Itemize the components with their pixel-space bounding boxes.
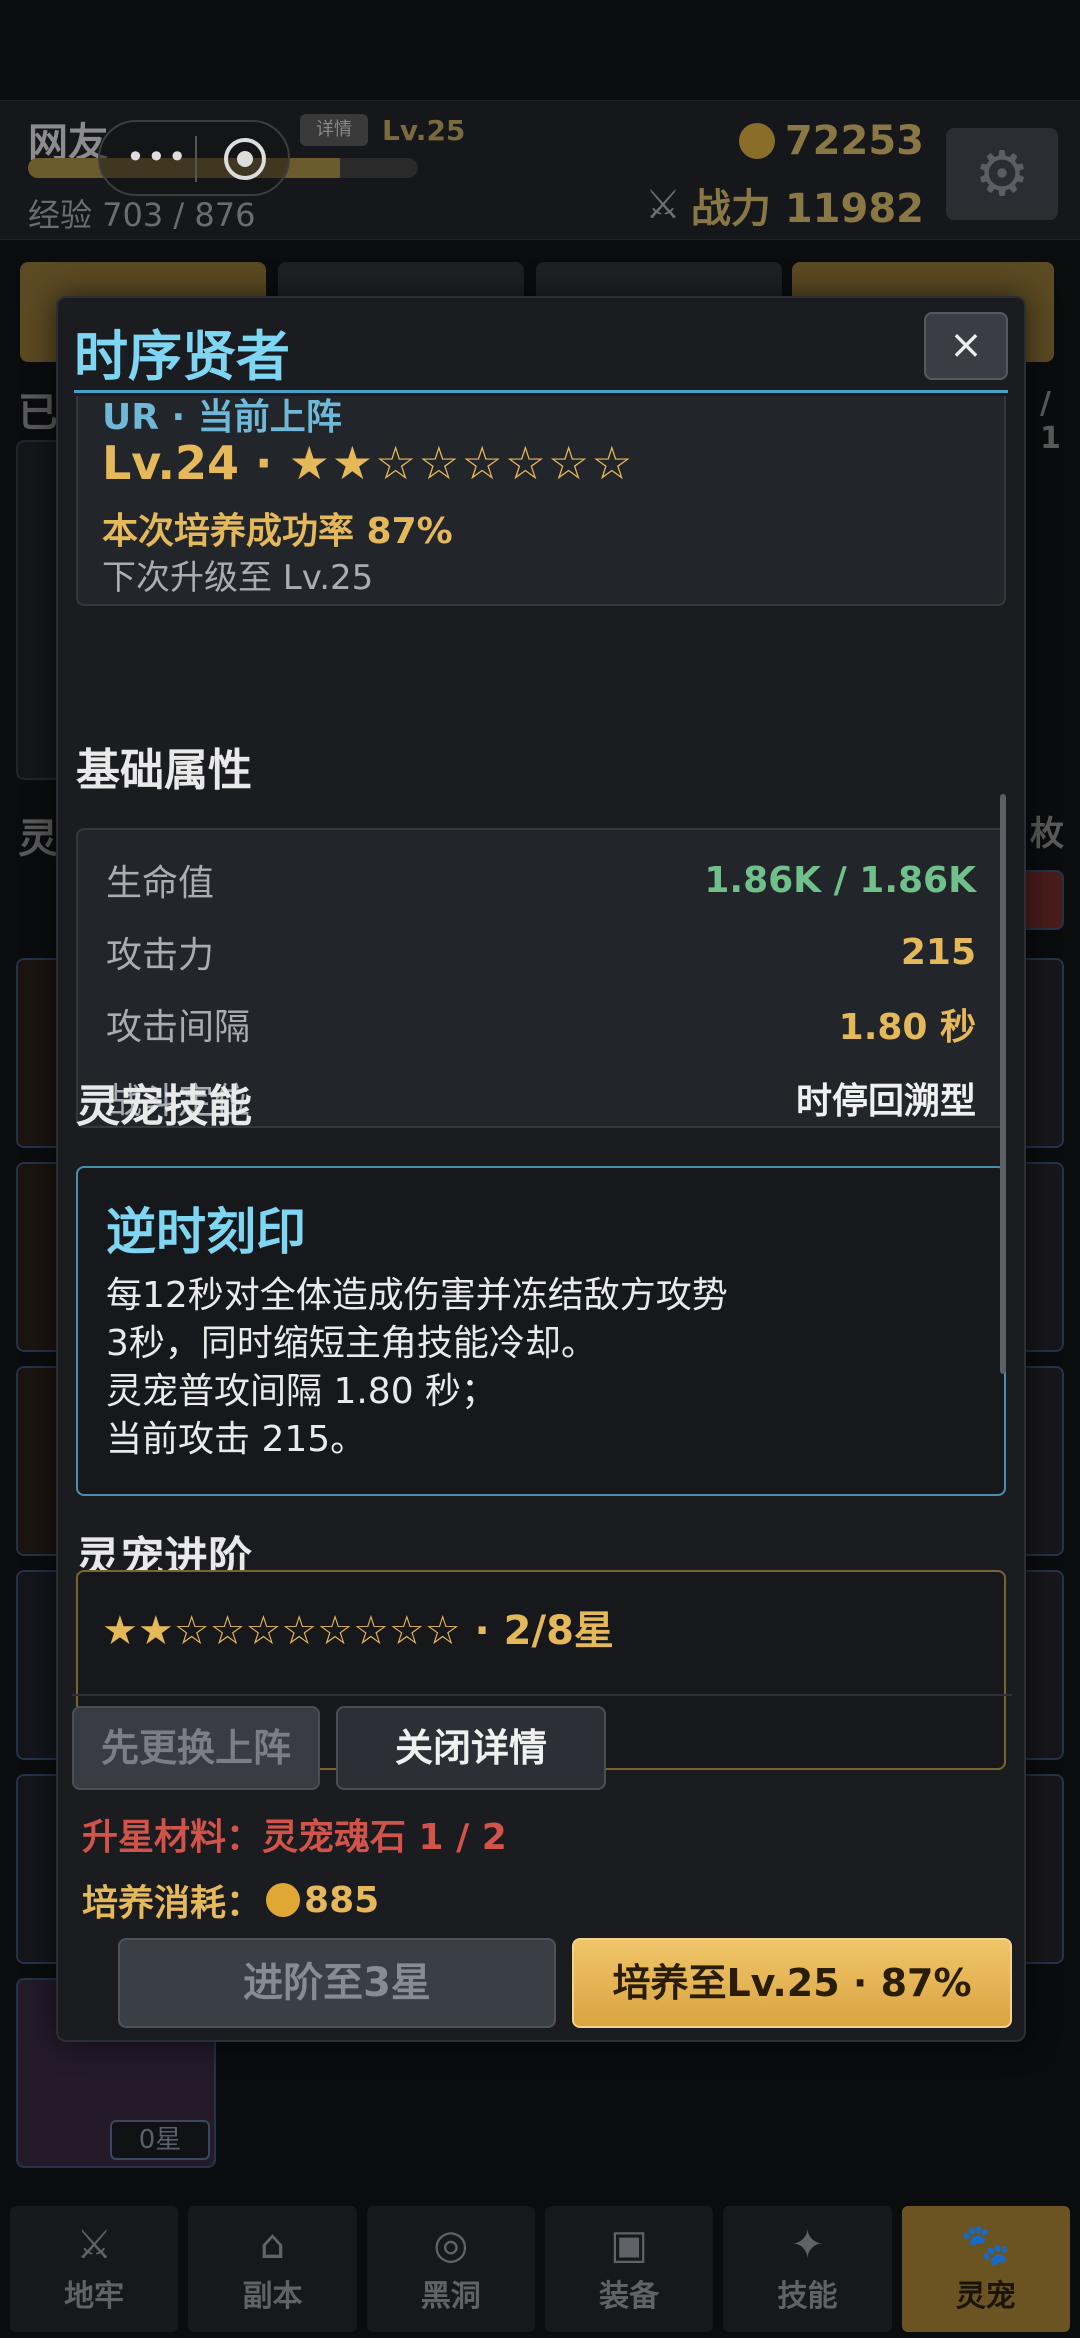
- attr-value: 时停回溯型: [795, 1081, 976, 1122]
- player-level: Lv.25: [382, 114, 466, 147]
- train-cost: 培养消耗： 885: [82, 1874, 379, 1926]
- nav-label: 黑洞: [420, 2279, 481, 2314]
- coin-icon: [738, 123, 775, 159]
- vortex-icon: ◎: [433, 2222, 469, 2268]
- scrollbar[interactable]: [1000, 794, 1006, 1374]
- sword-icon: ⚔: [76, 2222, 113, 2268]
- more-icon[interactable]: •••: [126, 138, 189, 176]
- star-material: 升星材料：灵宠魂石 1 / 2: [82, 1817, 507, 1858]
- nav-equipment[interactable]: ▣ 装备: [544, 2206, 714, 2332]
- exp-text: 经验 703 / 876: [28, 196, 256, 234]
- nav-label: 装备: [599, 2279, 660, 2314]
- attr-row-attack: 攻击力 215: [106, 922, 976, 982]
- coin-display: 72253: [738, 118, 924, 164]
- nav-label: 技能: [777, 2279, 838, 2314]
- skill-desc-line: 当前攻击 215。: [106, 1419, 367, 1460]
- section-pet-skill: 灵宠技能: [76, 1081, 252, 1132]
- close-detail-button[interactable]: 关闭详情: [336, 1706, 606, 1790]
- power-display: ⚔ 战力 11982: [645, 176, 924, 234]
- nav-instance[interactable]: ⌂ 副本: [188, 2206, 357, 2332]
- level-separator: ·: [239, 436, 289, 490]
- attr-row-hp: 生命值 1.86K / 1.86K: [106, 850, 976, 910]
- advance-star-button[interactable]: 进阶至3星: [118, 1938, 556, 2028]
- star-rating: ★★☆☆☆☆☆☆: [288, 436, 635, 490]
- pet-summary-card: UR · 当前上阵 Lv.24 · ★★☆☆☆☆☆☆ 本次培养成功率 87% 下…: [76, 396, 1006, 606]
- skill-description: 每12秒对全体造成伤害并冻结敌方攻势 3秒，同时缩短主角技能冷却。 灵宠普攻间隔…: [106, 1272, 986, 1464]
- train-button[interactable]: 培养至Lv.25 · 87%: [572, 1938, 1012, 2028]
- crossed-swords-icon: ⚔: [645, 182, 681, 228]
- close-miniprogram-icon[interactable]: [224, 138, 266, 180]
- attr-label: 攻击力: [106, 935, 215, 976]
- nav-black-hole[interactable]: ◎ 黑洞: [366, 2206, 535, 2332]
- pet-level: Lv.24: [102, 436, 240, 490]
- mini-program-capsule: •••: [98, 120, 290, 196]
- nav-label: 地牢: [64, 2279, 125, 2314]
- attr-value: 1.86K / 1.86K: [704, 859, 976, 901]
- coin-amount: 72253: [784, 118, 924, 164]
- title-underline: [74, 390, 1008, 393]
- cost-label: 培养消耗：: [82, 1883, 263, 1924]
- settings-gear-icon[interactable]: ⚙: [946, 128, 1058, 220]
- bag-icon: ▣: [610, 2222, 649, 2268]
- player-detail-chip[interactable]: 详情: [300, 114, 368, 146]
- attr-value: 1.80 秒: [838, 1007, 976, 1048]
- nav-label: 副本: [242, 2279, 303, 2314]
- capsule-divider: [195, 136, 197, 182]
- skill-name: 逆时刻印: [106, 1203, 306, 1261]
- nav-pets[interactable]: 🐾 灵宠: [901, 2206, 1070, 2332]
- paw-icon: 🐾: [960, 2222, 1011, 2268]
- skill-card: 逆时刻印 每12秒对全体造成伤害并冻结敌方攻势 3秒，同时缩短主角技能冷却。 灵…: [76, 1166, 1006, 1496]
- advance-stars: ★★☆☆☆☆☆☆☆☆ · 2/8星: [102, 1608, 614, 1654]
- nav-dungeon[interactable]: ⚔ 地牢: [10, 2206, 179, 2332]
- nav-skills[interactable]: ✦ 技能: [723, 2206, 892, 2332]
- power-value: 战力 11982: [690, 186, 924, 232]
- bg-side-label-2: 灵: [18, 816, 58, 862]
- close-icon[interactable]: ×: [924, 312, 1008, 380]
- bg-right-label: 枚: [1030, 814, 1064, 854]
- modal-title: 时序贤者: [74, 325, 290, 388]
- attr-label: 攻击间隔: [106, 1007, 251, 1048]
- gate-icon: ⌂: [259, 2222, 286, 2268]
- section-basic-attributes: 基础属性: [76, 745, 252, 796]
- rarity-status: UR · 当前上阵: [102, 397, 342, 438]
- attr-value: 215: [900, 931, 976, 973]
- bottom-nav: ⚔ 地牢 ⌂ 副本 ◎ 黑洞 ▣ 装备 ✦ 技能 🐾 灵宠: [0, 2200, 1080, 2338]
- attr-label: 生命值: [106, 863, 215, 904]
- attr-row-interval: 攻击间隔 1.80 秒: [106, 994, 976, 1054]
- coin-icon: [266, 1883, 301, 1917]
- swap-deploy-button[interactable]: 先更换上阵: [72, 1706, 320, 1790]
- sparkle-icon: ✦: [790, 2222, 825, 2268]
- skill-desc-line: 灵宠普攻间隔 1.80 秒；: [106, 1371, 498, 1412]
- pet-detail-modal: 时序贤者 × UR · 当前上阵 Lv.24 · ★★☆☆☆☆☆☆ 本次培养成功…: [56, 296, 1026, 2042]
- success-rate: 本次培养成功率 87%: [102, 511, 453, 552]
- footer-divider: [72, 1694, 1012, 1696]
- skill-desc-line: 3秒，同时缩短主角技能冷却。: [106, 1323, 597, 1364]
- skill-desc-line: 每12秒对全体造成伤害并冻结敌方攻势: [106, 1275, 728, 1316]
- bg-side-label-1: 已: [18, 390, 58, 436]
- bg-right-top-label: / 1: [1040, 386, 1061, 456]
- pet-star-chip: 0星: [110, 2120, 210, 2160]
- level-star-row: Lv.24 · ★★☆☆☆☆☆☆: [102, 436, 634, 490]
- nav-label: 灵宠: [955, 2279, 1016, 2314]
- next-level: 下次升级至 Lv.25: [102, 558, 374, 598]
- cost-value: 885: [304, 1879, 380, 1921]
